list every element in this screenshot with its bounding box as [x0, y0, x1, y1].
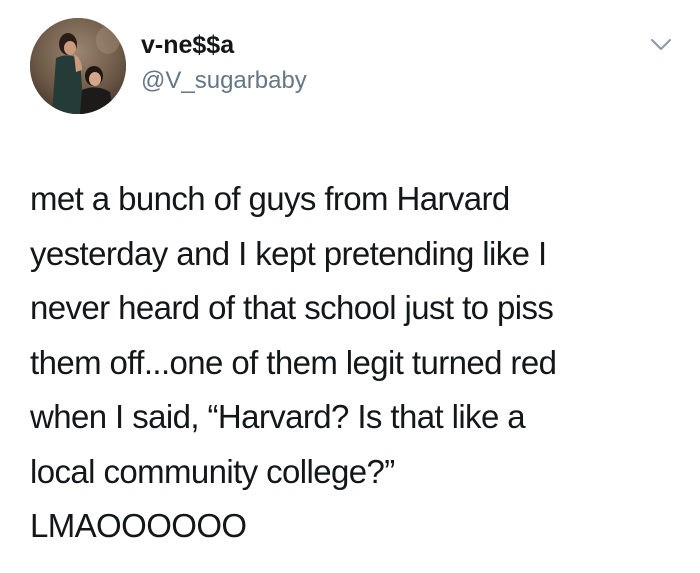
user-handle[interactable]: @V_sugarbaby: [141, 66, 307, 96]
tweet-card: v-ne$$a @V_sugarbaby met a bunch of guys…: [0, 0, 700, 573]
avatar[interactable]: [30, 18, 126, 114]
tweet-text-line: never heard of that school just to piss: [30, 289, 554, 326]
tweet-text-line: local community college?”: [30, 452, 395, 490]
chevron-down-icon[interactable]: [650, 38, 672, 52]
tweet-text-line: met a bunch of guys from Harvard: [30, 180, 510, 217]
tweet-text: met a bunch of guys from Harvard yesterd…: [30, 172, 680, 554]
display-name[interactable]: v-ne$$a: [141, 30, 234, 60]
avatar-photo: [30, 18, 126, 114]
tweet-text-line: yesterday and I kept pretending like I: [30, 234, 547, 272]
tweet-text-line: LMAOOOOOO: [30, 507, 247, 544]
tweet-text-line: them off...one of them legit turned red: [30, 343, 557, 381]
tweet-text-line: when I said, “Harvard? Is that like a: [30, 398, 526, 435]
